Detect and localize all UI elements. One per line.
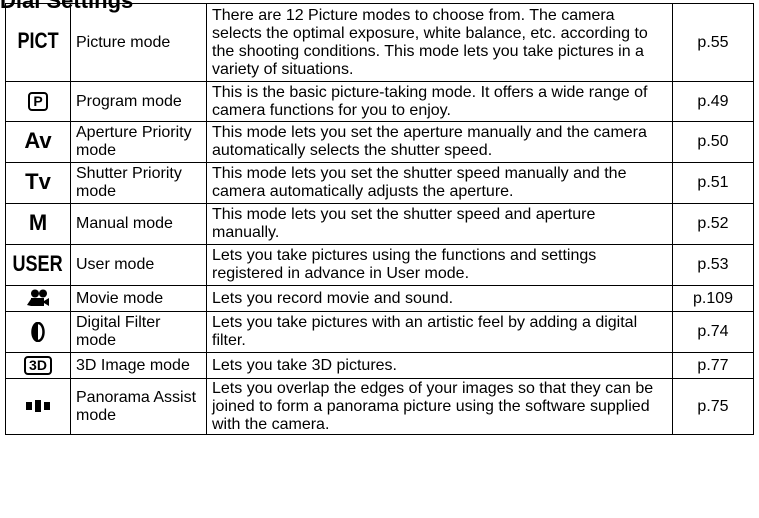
picture-mode-icon: PICT: [17, 28, 59, 53]
icon-cell: PICT: [5, 3, 71, 82]
icon-cell: Tv: [5, 162, 71, 204]
mode-description: This mode lets you set the shutter speed…: [206, 203, 673, 245]
mode-description: There are 12 Picture modes to choose fro…: [206, 3, 673, 82]
icon-cell: M: [5, 203, 71, 245]
page-reference: p.75: [672, 378, 754, 435]
mode-description: Lets you take pictures using the functio…: [206, 244, 673, 286]
page-reference: p.49: [672, 81, 754, 122]
mode-description: Lets you record movie and sound.: [206, 285, 673, 312]
3d-image-mode-icon: 3D: [24, 356, 52, 375]
page-reference: p.53: [672, 244, 754, 286]
mode-description: Lets you take 3D pictures.: [206, 352, 673, 379]
user-mode-icon: USER: [12, 250, 64, 276]
mode-name: Movie mode: [70, 285, 207, 312]
icon-cell: 3D: [5, 352, 71, 379]
mode-description: This mode lets you set the aperture manu…: [206, 121, 673, 163]
mode-name: 3D Image mode: [70, 352, 207, 379]
page-reference: p.74: [672, 311, 754, 353]
mode-name: Program mode: [70, 81, 207, 122]
table-row: USER User mode Lets you take pictures us…: [5, 244, 754, 286]
mode-name: User mode: [70, 244, 207, 286]
icon-cell: [5, 378, 71, 435]
icon-cell: Av: [5, 121, 71, 163]
page-reference: p.50: [672, 121, 754, 163]
page-reference: p.55: [672, 3, 754, 82]
table-row: M Manual mode This mode lets you set the…: [5, 203, 754, 245]
shutter-priority-icon: Tv: [25, 168, 51, 194]
table-row: Movie mode Lets you record movie and sou…: [5, 285, 754, 312]
mode-description: This mode lets you set the shutter speed…: [206, 162, 673, 204]
table-row: P Program mode This is the basic picture…: [5, 81, 754, 122]
mode-name: Aperture Priority mode: [70, 121, 207, 163]
icon-cell: USER: [5, 244, 71, 286]
mode-name: Picture mode: [70, 3, 207, 82]
table-row: Digital Filter mode Lets you take pictur…: [5, 311, 754, 353]
page-reference: p.109: [672, 285, 754, 312]
panorama-assist-icon: [26, 400, 50, 413]
mode-name: Manual mode: [70, 203, 207, 245]
page-reference: p.51: [672, 162, 754, 204]
mode-name: Panorama Assist mode: [70, 378, 207, 435]
table-row: Av Aperture Priority mode This mode lets…: [5, 121, 754, 163]
icon-cell: [5, 311, 71, 353]
table-row: PICT Picture mode There are 12 Picture m…: [5, 3, 754, 82]
page-reference: p.77: [672, 352, 754, 379]
mode-name: Shutter Priority mode: [70, 162, 207, 204]
manual-mode-icon: M: [28, 209, 48, 235]
aperture-priority-icon: Av: [24, 127, 52, 153]
table-row: 3D 3D Image mode Lets you take 3D pictur…: [5, 352, 754, 379]
mode-table: PICT Picture mode There are 12 Picture m…: [5, 3, 754, 435]
mode-name: Digital Filter mode: [70, 311, 207, 353]
mode-description: Lets you take pictures with an artistic …: [206, 311, 673, 353]
digital-filter-icon: [31, 322, 45, 342]
table-row: Tv Shutter Priority mode This mode lets …: [5, 162, 754, 204]
table-row: Panorama Assist mode Lets you overlap th…: [5, 378, 754, 435]
mode-description: This is the basic picture-taking mode. I…: [206, 81, 673, 122]
icon-cell: P: [5, 81, 71, 122]
program-mode-icon: P: [28, 92, 48, 111]
page-reference: p.52: [672, 203, 754, 245]
movie-mode-icon: [27, 289, 49, 307]
mode-description: Lets you overlap the edges of your image…: [206, 378, 673, 435]
icon-cell: [5, 285, 71, 312]
